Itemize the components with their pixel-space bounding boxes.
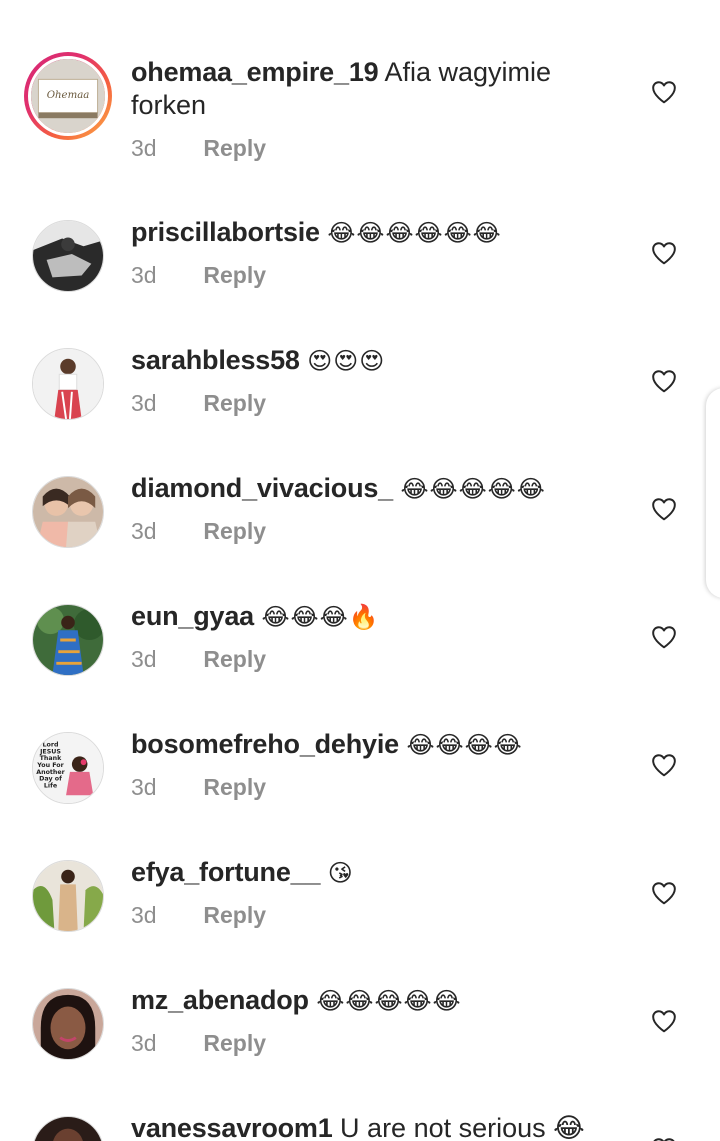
- avatar[interactable]: Ohemaa: [24, 52, 112, 140]
- comment-meta: 3d Reply: [131, 902, 266, 929]
- heart-outline-icon[interactable]: [651, 881, 677, 905]
- comment-meta: 3d Reply: [131, 518, 266, 545]
- heart-outline-icon[interactable]: [651, 80, 677, 104]
- comment-username[interactable]: priscillabortsie: [131, 217, 320, 247]
- comment-text: priscillabortsie 😂😂😂😂😂😂: [131, 216, 631, 250]
- avatar[interactable]: [32, 860, 104, 932]
- reply-button[interactable]: Reply: [203, 902, 266, 928]
- comment-meta: 3d Reply: [131, 774, 266, 801]
- edge-panel-handle[interactable]: [706, 388, 720, 598]
- reply-button[interactable]: Reply: [203, 518, 266, 544]
- comments-screen: Ohemaa ohemaa_empire_19 Afia wagyimie fo…: [0, 0, 720, 1141]
- reply-button[interactable]: Reply: [203, 135, 266, 161]
- comment-body: 😂😂😂🔥: [261, 604, 380, 631]
- comment-text: eun_gyaa 😂😂😂🔥: [131, 600, 631, 634]
- comment-text: mz_abenadop 😂😂😂😂😂: [131, 984, 631, 1018]
- comment-meta: 3d Reply: [131, 390, 266, 417]
- heart-outline-icon[interactable]: [651, 1009, 677, 1033]
- avatar[interactable]: [32, 988, 104, 1060]
- avatar-caption-line: Life: [44, 782, 57, 789]
- comment-time: 3d: [131, 646, 157, 672]
- comment-text: ohemaa_empire_19 Afia wagyimie forken: [131, 56, 631, 122]
- comment-username[interactable]: ohemaa_empire_19: [131, 57, 379, 87]
- comment-meta: 3d Reply: [131, 646, 266, 673]
- comment-username[interactable]: bosomefreho_dehyie: [131, 729, 399, 759]
- avatar[interactable]: [32, 604, 104, 676]
- comment-text: vanessavroom1 U are not serious 😂: [131, 1112, 631, 1141]
- heart-outline-icon[interactable]: [651, 369, 677, 393]
- heart-outline-icon[interactable]: [651, 1137, 677, 1141]
- reply-button[interactable]: Reply: [203, 262, 266, 288]
- comment-body: 😂😂😂😂😂😂: [327, 220, 502, 247]
- avatar[interactable]: Lord JESUS Thank You For Another Day of …: [32, 732, 104, 804]
- comment-time: 3d: [131, 1030, 157, 1056]
- comment-body: U are not serious 😂: [340, 1113, 585, 1141]
- comment-meta: 3d Reply: [131, 262, 266, 289]
- reply-button[interactable]: Reply: [203, 774, 266, 800]
- reply-button[interactable]: Reply: [203, 1030, 266, 1056]
- reply-button[interactable]: Reply: [203, 390, 266, 416]
- comment-body: 😂😂😂😂😂: [316, 988, 462, 1015]
- comment-time: 3d: [131, 774, 157, 800]
- comment-username[interactable]: efya_fortune__: [131, 857, 320, 887]
- avatar[interactable]: [32, 476, 104, 548]
- comment-body: 😂😂😂😂: [406, 732, 523, 759]
- comment-time: 3d: [131, 902, 157, 928]
- comment-time: 3d: [131, 135, 157, 161]
- comment-time: 3d: [131, 518, 157, 544]
- comment-username[interactable]: sarahbless58: [131, 345, 300, 375]
- comment-text: sarahbless58 😍😍😍: [131, 344, 631, 378]
- heart-outline-icon[interactable]: [651, 625, 677, 649]
- heart-outline-icon[interactable]: [651, 753, 677, 777]
- avatar[interactable]: [32, 220, 104, 292]
- comment-username[interactable]: mz_abenadop: [131, 985, 309, 1015]
- heart-outline-icon[interactable]: [651, 497, 677, 521]
- comment-username[interactable]: diamond_vivacious_: [131, 473, 393, 503]
- avatar-logo-text: Ohemaa: [47, 90, 90, 101]
- comment-body: 😍😍😍: [307, 348, 386, 375]
- comment-text: bosomefreho_dehyie 😂😂😂😂: [131, 728, 631, 762]
- reply-button[interactable]: Reply: [203, 646, 266, 672]
- comment-username[interactable]: vanessavroom1: [131, 1113, 333, 1141]
- heart-outline-icon[interactable]: [651, 241, 677, 265]
- avatar[interactable]: [32, 348, 104, 420]
- comment-username[interactable]: eun_gyaa: [131, 601, 254, 631]
- comment-body: 😘: [327, 860, 354, 887]
- comment-time: 3d: [131, 262, 157, 288]
- comment-time: 3d: [131, 390, 157, 416]
- comment-text: diamond_vivacious_ 😂😂😂😂😂: [131, 472, 631, 506]
- comment-meta: 3d Reply: [131, 135, 266, 162]
- avatar[interactable]: [32, 1116, 104, 1141]
- comment-meta: 3d Reply: [131, 1030, 266, 1057]
- comment-body: 😂😂😂😂😂: [400, 476, 546, 503]
- comment-text: efya_fortune__ 😘: [131, 856, 631, 890]
